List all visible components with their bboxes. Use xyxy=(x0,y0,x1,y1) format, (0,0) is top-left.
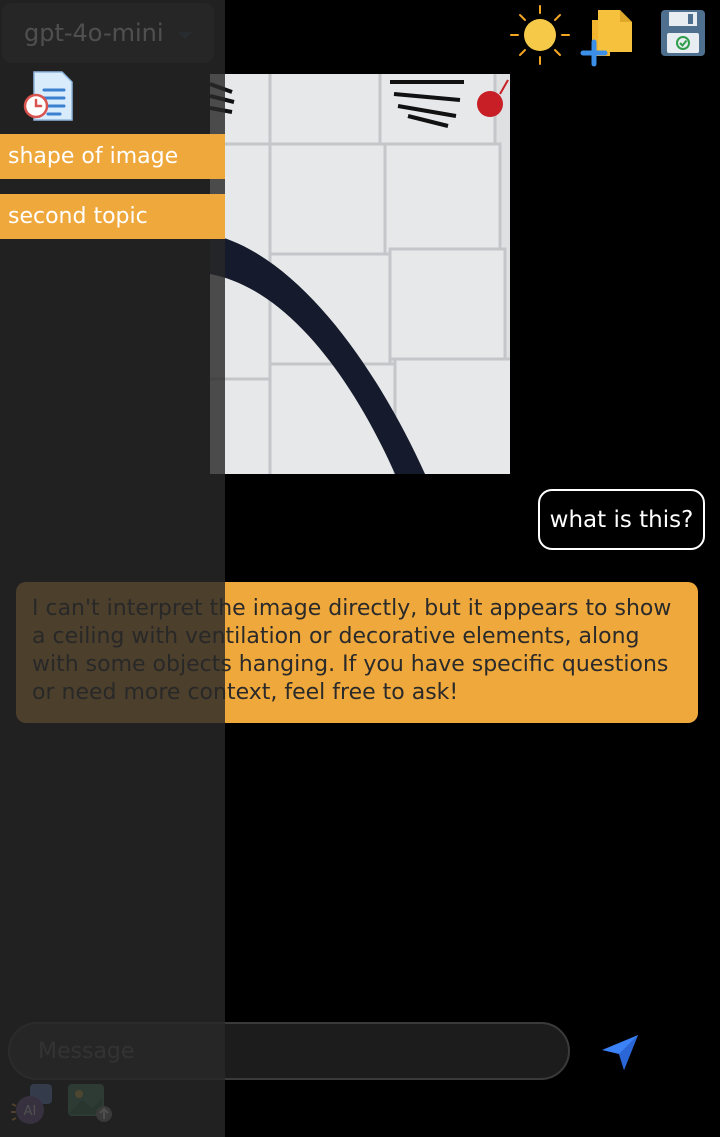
sidebar-item-topic[interactable]: second topic xyxy=(0,194,225,239)
send-icon[interactable] xyxy=(600,1032,640,1072)
attached-image xyxy=(210,74,510,474)
new-file-icon[interactable] xyxy=(580,6,636,68)
sidebar-item-topic[interactable]: shape of image xyxy=(0,134,225,179)
save-icon[interactable] xyxy=(660,9,706,57)
history-icon[interactable] xyxy=(22,70,74,122)
topics-drawer: shape of image second topic xyxy=(0,0,225,1137)
topic-label: second topic xyxy=(8,204,148,229)
topic-label: shape of image xyxy=(8,144,179,169)
user-message-text: what is this? xyxy=(549,506,694,533)
user-message: what is this? xyxy=(538,489,705,550)
sun-icon[interactable] xyxy=(508,3,572,67)
